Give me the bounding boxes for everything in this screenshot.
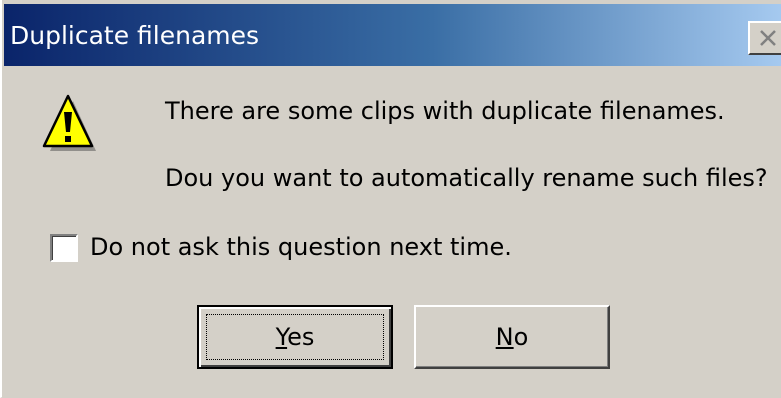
- warning-icon: [40, 92, 96, 154]
- no-button[interactable]: No: [414, 305, 610, 369]
- focus-rectangle: [206, 314, 384, 360]
- title-bar[interactable]: Duplicate filenames: [4, 4, 781, 66]
- do-not-ask-checkbox[interactable]: [50, 234, 78, 262]
- close-button[interactable]: [748, 21, 781, 55]
- message-line-1: There are some clips with duplicate file…: [165, 97, 725, 125]
- dialog-title: Duplicate filenames: [10, 21, 260, 50]
- dialog-window: Duplicate filenames There are some clips…: [0, 0, 781, 398]
- no-button-label: No: [495, 323, 529, 351]
- close-icon: [759, 30, 777, 46]
- message-line-2: Dou you want to automatically rename suc…: [165, 164, 768, 192]
- do-not-ask-label[interactable]: Do not ask this question next time.: [90, 232, 512, 262]
- yes-button[interactable]: Yes: [197, 305, 393, 369]
